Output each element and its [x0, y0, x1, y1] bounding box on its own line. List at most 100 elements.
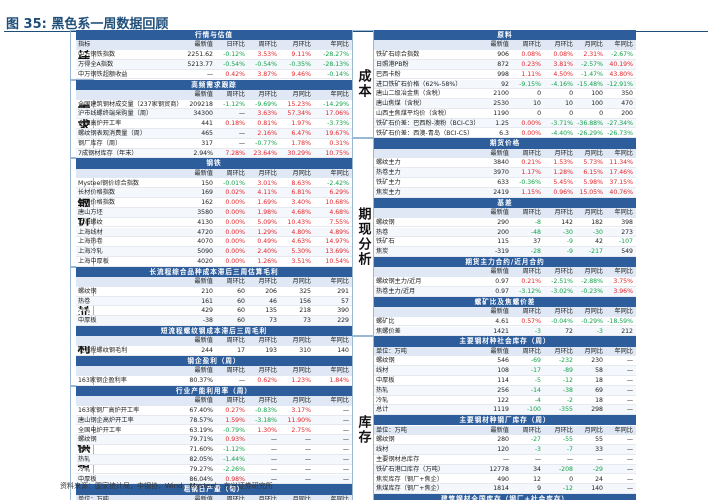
- table-row: 铁矿石港口库存（万吨） 12778 34 -208 -29 —: [374, 464, 636, 475]
- column-header: 月同比: [584, 307, 603, 315]
- section-header: 行情与估值: [76, 30, 352, 41]
- cell-value: 298: [591, 406, 603, 414]
- row-label: 163家钢企盈利率: [78, 377, 127, 384]
- cell-value: —: [270, 436, 277, 444]
- cell-value: 0.31%: [329, 139, 349, 147]
- section-header: 主要钢材种钢厂库存（周）: [374, 415, 636, 426]
- cell-value: -18.59%: [607, 317, 633, 325]
- cell-value: -3.02%: [551, 287, 573, 295]
- cell-value: -89: [562, 367, 573, 375]
- table-row: 线材 71.60% -1.12% — — —: [76, 445, 352, 455]
- column-header: 单位：万吨: [376, 426, 407, 434]
- column-header: [76, 169, 184, 179]
- table-row: 螺纹钢 546 -69 -232 230 —: [374, 356, 636, 367]
- cell-value: 15.23%: [287, 100, 311, 108]
- column-header: 月同比: [292, 367, 311, 375]
- cell-value: -1.47%: [581, 70, 603, 78]
- cell-value: 0: [569, 475, 573, 483]
- row-label: 螺纹钢表观消费量（周）: [78, 130, 147, 137]
- cell-value: 3.51%: [291, 257, 311, 265]
- cell-value: 5090: [197, 248, 213, 256]
- cell-value: 18: [595, 396, 603, 404]
- cell-value: 7.55%: [329, 218, 349, 226]
- cell-value: 470: [621, 100, 633, 108]
- cell-value: 108: [497, 367, 509, 375]
- cell-value: 12: [533, 475, 541, 483]
- cell-value: 3.40%: [291, 199, 311, 207]
- cell-value: 210: [201, 287, 213, 295]
- cell-value: -27: [530, 436, 541, 444]
- cell-value: 156: [299, 297, 311, 305]
- cell-value: 9.11%: [291, 51, 311, 59]
- cell-value: 212: [621, 327, 633, 335]
- cell-value: -0.04%: [551, 317, 573, 325]
- row-label: 上海螺纹: [78, 218, 103, 226]
- row-label: 长材价格指数: [78, 189, 116, 197]
- column-header: [76, 366, 184, 376]
- table-row: 短流程螺纹钢毛利 244 17 193 310 140: [76, 346, 352, 356]
- cell-value: 15.05%: [579, 188, 603, 196]
- row-label: 冷轧: [78, 465, 91, 473]
- cell-value: -1.12%: [223, 100, 245, 108]
- cell-value: 290: [497, 218, 509, 226]
- cell-value: -26.73%: [607, 129, 633, 137]
- cell-value: 6.3: [499, 129, 509, 137]
- section-header: 基差: [374, 197, 636, 208]
- cell-value: 67.40%: [189, 406, 213, 414]
- cell-value: —: [626, 485, 633, 493]
- cell-value: 0.00%: [521, 129, 541, 137]
- cell-value: 2.40%: [257, 248, 277, 256]
- cell-value: —: [342, 446, 349, 454]
- cell-value: 3.75%: [613, 278, 633, 285]
- column-header: 年同比: [330, 169, 349, 177]
- cell-value: 4070: [197, 238, 213, 246]
- row-label: 日照港PB粉: [376, 60, 409, 68]
- cell-value: 10: [565, 100, 573, 108]
- row-label: 中厚板: [376, 377, 395, 384]
- section-header: 建筑钢材全国库存（钢厂+社会库存）: [374, 494, 636, 500]
- cell-value: —: [626, 455, 633, 463]
- cell-value: -3: [534, 446, 541, 454]
- table-row: 铁矿石 115 37 -9 42 -107: [374, 237, 636, 248]
- column-header-row: 最新值 周环比 月环比 月同比 年同比: [374, 40, 636, 51]
- cell-value: -1.44%: [223, 455, 245, 463]
- cell-value: 0.57%: [521, 317, 541, 325]
- row-label: 螺纹钢主力/近月: [376, 278, 422, 285]
- table-row: 中万钢铁超额收益 — 0.42% 3.87% 9.46% -0.14%: [76, 70, 352, 80]
- cell-value: —: [238, 377, 245, 384]
- row-label: 主要钢材总库存: [376, 455, 420, 463]
- cell-value: 2251.62: [187, 51, 213, 59]
- cell-value: 1190: [493, 109, 509, 117]
- column-header: [374, 208, 486, 218]
- cell-value: —: [626, 446, 633, 454]
- cell-value: -100: [526, 406, 541, 414]
- cell-value: 3.96%: [613, 287, 633, 295]
- table-row: 铁矿石价差：巴西粉-澳粉（BCI-C3） 1.25 0.00% -3.71% -36.8…: [374, 118, 636, 129]
- column-header: 月环比: [554, 307, 573, 315]
- cell-value: 11.90%: [287, 416, 311, 424]
- cell-value: —: [626, 475, 633, 483]
- row-label: 中万钢铁超额收益: [78, 70, 128, 78]
- section-header: 原料: [374, 30, 636, 41]
- cell-value: -3.71%: [551, 119, 573, 127]
- table-row: 钢厂库存（周） 317 — -0.77% 1.78% 0.31%: [76, 139, 352, 149]
- cell-value: 3.63%: [257, 110, 277, 118]
- cell-value: 100: [591, 100, 603, 108]
- row-label: 山西主焦煤平均价（含税）: [376, 109, 451, 117]
- cell-value: 0.21%: [521, 278, 541, 285]
- cell-value: 325: [299, 287, 311, 295]
- cell-value: -29: [592, 465, 603, 473]
- cell-value: 92: [501, 80, 509, 88]
- cell-value: 0.96%: [553, 188, 573, 196]
- table-row: 中万钢铁指数 2251.62 -0.12% 3.53% 9.11% -28.27%: [76, 50, 352, 60]
- cell-value: —: [534, 455, 541, 463]
- column-header: 最新值: [490, 307, 509, 315]
- column-header-row: 最新值 周环比 月环比 月同比 年同比: [374, 267, 636, 277]
- column-header: 月环比: [554, 268, 573, 276]
- column-header: 月环比: [258, 397, 277, 405]
- cell-value: —: [304, 455, 311, 463]
- cell-value: -3.12%: [519, 287, 541, 295]
- row-label: 热卷主力: [376, 169, 401, 177]
- cell-value: 1.28%: [553, 169, 573, 177]
- cell-value: 3.53%: [257, 51, 277, 59]
